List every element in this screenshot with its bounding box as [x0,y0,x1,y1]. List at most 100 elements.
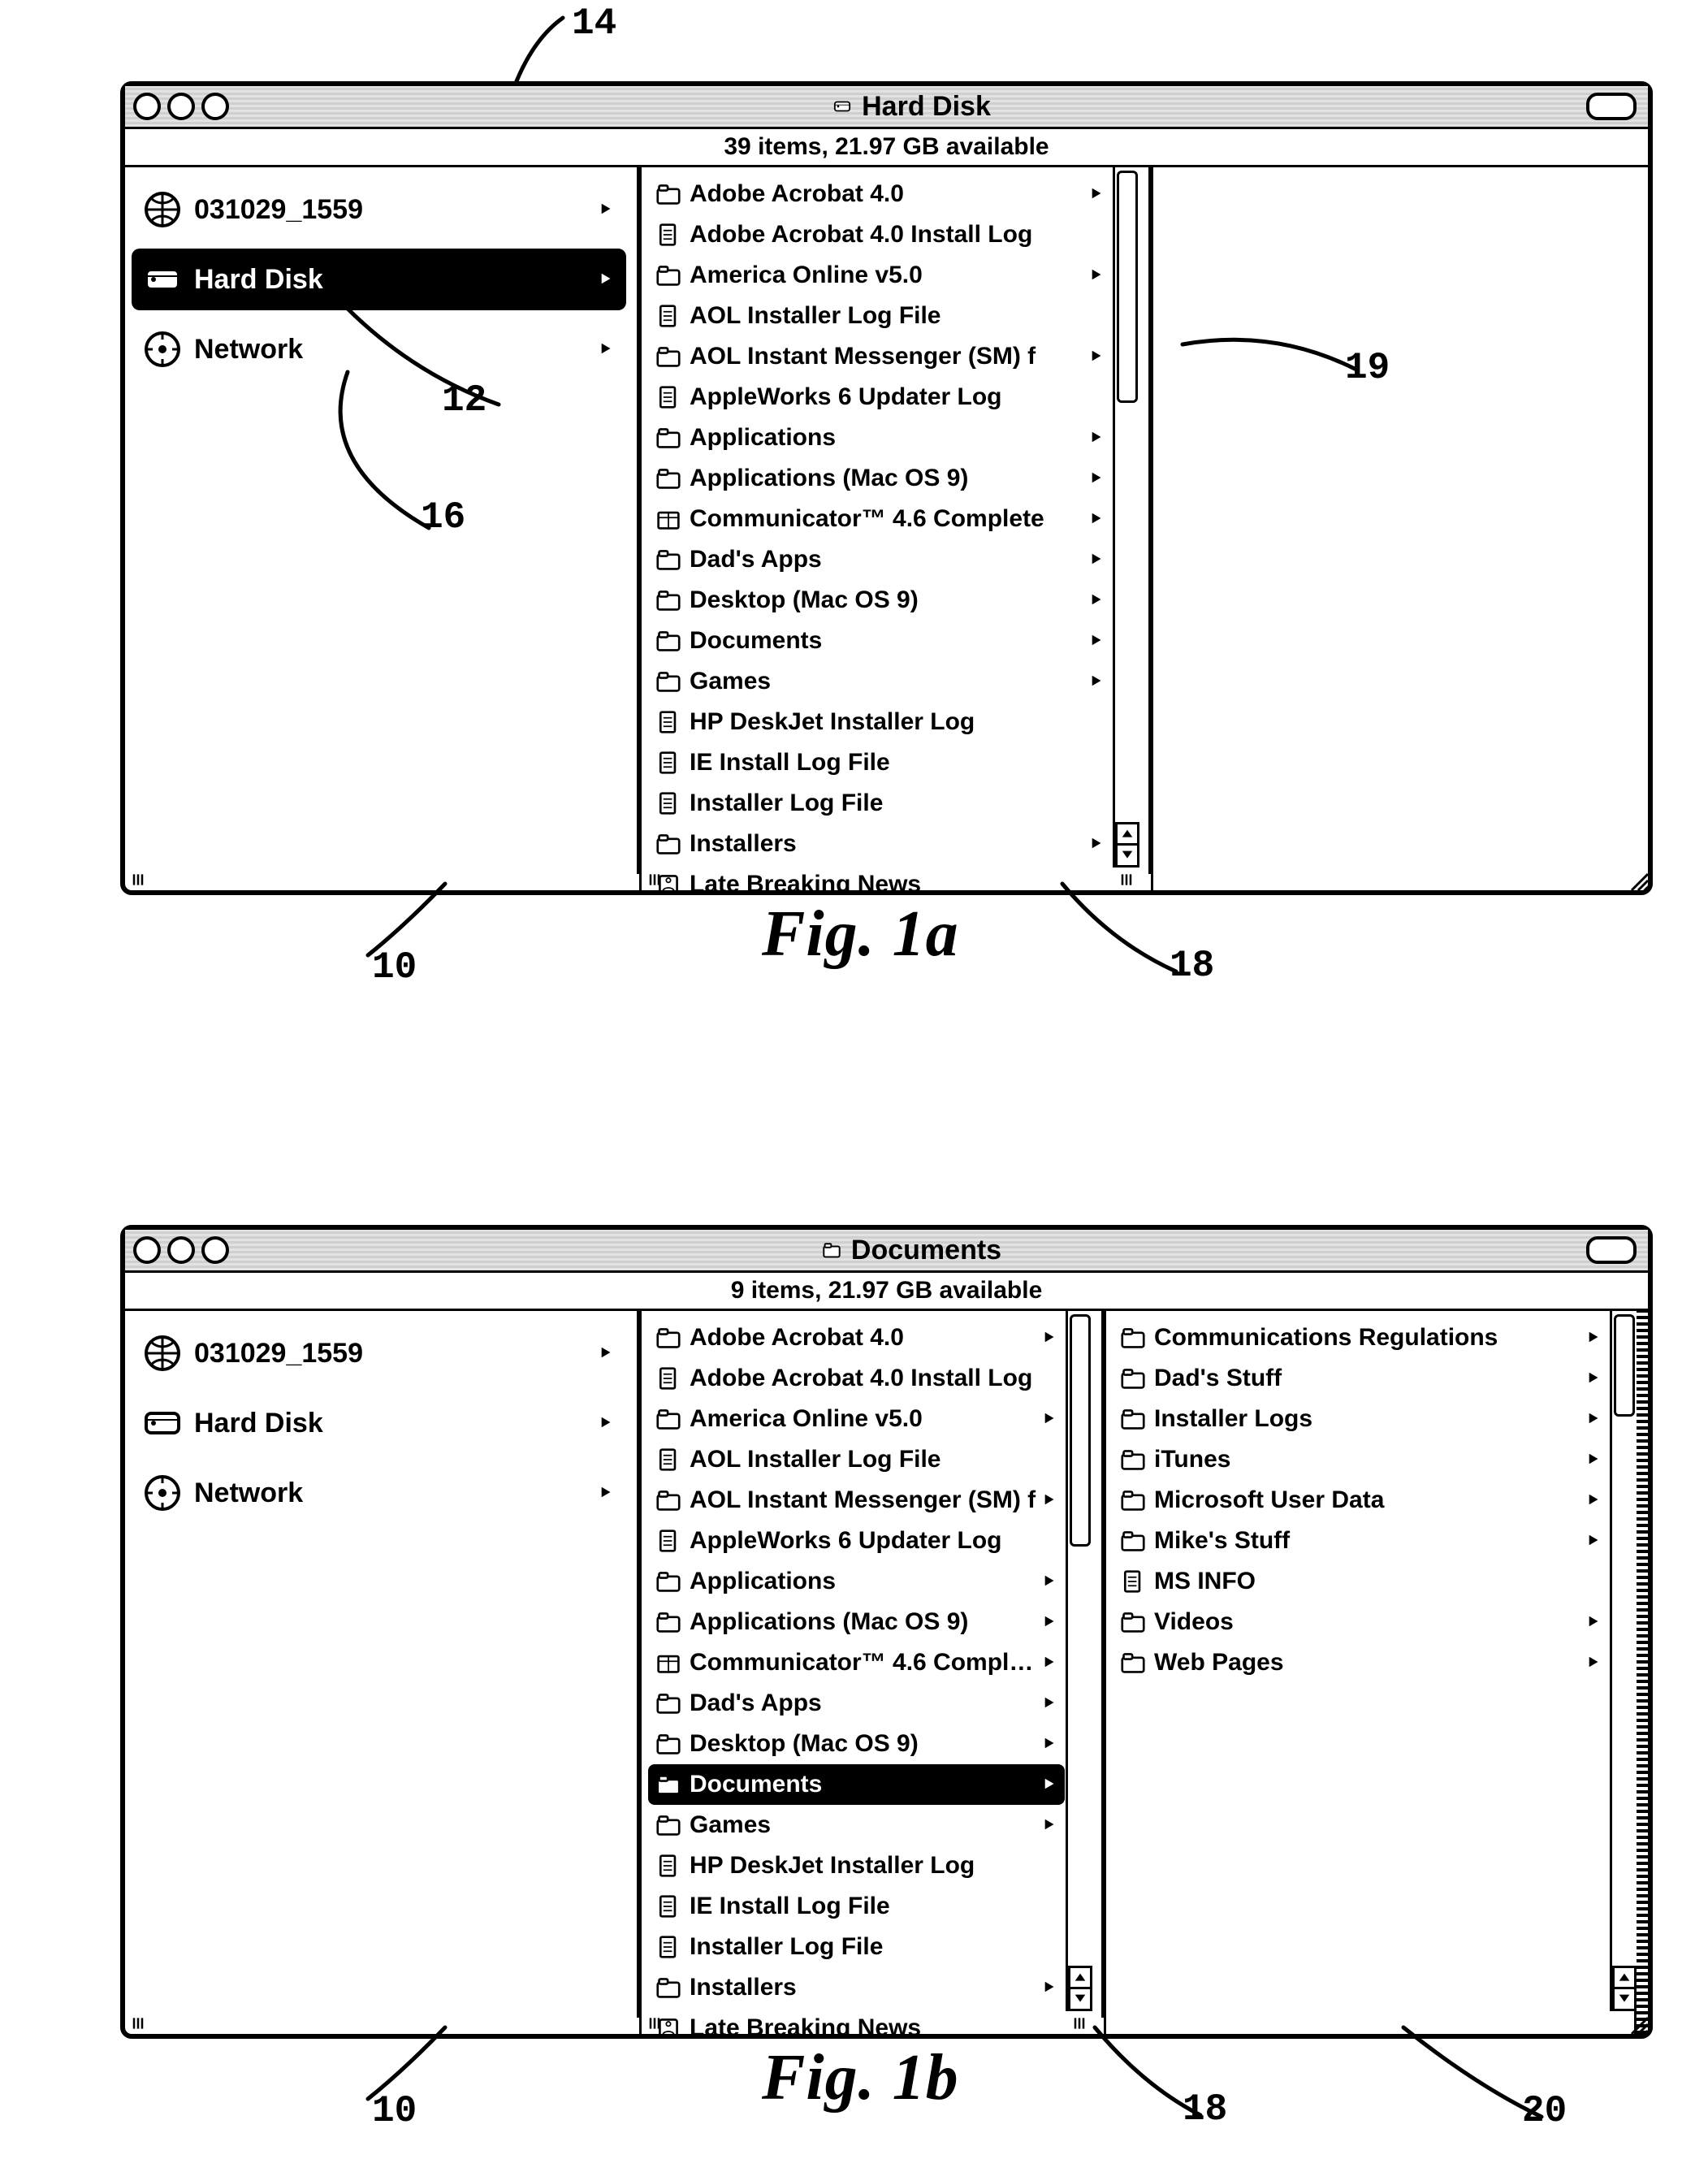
pkg-icon [654,504,683,534]
scroll-down-button[interactable] [1115,843,1139,868]
list-item[interactable]: HP DeskJet Installer Log [648,702,1112,742]
resize-grip[interactable] [1625,2011,1648,2034]
list-item[interactable]: AOL Installer Log File [648,296,1112,336]
toolbar-toggle-button[interactable] [1586,93,1637,120]
list-item[interactable]: Installers [648,1967,1065,2008]
list-item[interactable]: Installers [648,824,1112,864]
list-item[interactable]: Videos [1113,1602,1609,1642]
minimize-button[interactable] [167,93,195,120]
list-item[interactable]: Applications (Mac OS 9) [648,1602,1065,1642]
list-item[interactable]: Mike's Stuff [1113,1521,1609,1561]
source-row[interactable]: Hard Disk [132,1392,626,1454]
scrollbar[interactable] [1113,167,1139,868]
item-label: Games [690,669,1085,694]
sources-column: 031029_1559 Hard Disk Network [125,1311,642,2034]
list-item[interactable]: Communications Regulations [1113,1317,1609,1358]
source-row[interactable]: 031029_1559 [132,179,626,240]
folder-icon [654,829,683,859]
list-item[interactable]: Games [648,1805,1065,1845]
minimize-button[interactable] [167,1236,195,1264]
list-item[interactable]: Desktop (Mac OS 9) [648,580,1112,621]
callout-14: 14 [572,5,616,42]
item-label: Late Breaking News [690,872,1106,890]
list-item[interactable]: Dad's Stuff [1113,1358,1609,1399]
list-item[interactable]: MS INFO [1113,1561,1609,1602]
list-item[interactable]: AOL Instant Messenger (SM) f [648,336,1112,377]
doc-icon [654,1364,683,1393]
window-title: Hard Disk [236,93,1586,120]
list-item[interactable]: Adobe Acrobat 4.0 Install Log [648,1358,1065,1399]
scrollbar-thumb[interactable] [1614,1314,1635,1417]
list-item[interactable]: America Online v5.0 [648,1399,1065,1439]
folder-icon [654,1973,683,2002]
hd-icon [139,1400,186,1447]
list-item[interactable]: Adobe Acrobat 4.0 [648,1317,1065,1358]
list-item[interactable]: Applications [648,418,1112,458]
list-item[interactable]: Dad's Apps [648,1683,1065,1724]
list-item[interactable]: Documents [648,621,1112,661]
list-item[interactable]: IE Install Log File [648,742,1112,783]
list-item[interactable]: Applications (Mac OS 9) [648,458,1112,499]
disclosure-arrow-icon [1043,1411,1059,1427]
list-item[interactable]: AOL Installer Log File [648,1439,1065,1480]
scrollbar[interactable] [1066,1311,1092,2011]
list-item[interactable]: iTunes [1113,1439,1609,1480]
column-grab-icon[interactable] [125,869,151,890]
list-item[interactable]: Web Pages [1113,1642,1609,1683]
column-grab-icon[interactable] [642,869,668,890]
preview-column [1153,167,1648,890]
zoom-button[interactable] [201,93,229,120]
list-item[interactable]: IE Install Log File [648,1886,1065,1927]
list-item[interactable]: Dad's Apps [648,539,1112,580]
doc-icon [654,1526,683,1555]
list-item[interactable]: HP DeskJet Installer Log [648,1845,1065,1886]
scrollbar-thumb[interactable] [1117,171,1138,403]
globe-icon [139,186,186,233]
folder-icon [820,1241,843,1259]
list-item[interactable]: America Online v5.0 [648,255,1112,296]
finder-window-b: Documents 9 items, 21.97 GB available 03… [120,1225,1653,2039]
list-item[interactable]: Applications [648,1561,1065,1602]
status-bar: 39 items, 21.97 GB available [125,129,1648,167]
toolbar-toggle-button[interactable] [1586,1236,1637,1264]
list-item[interactable]: Adobe Acrobat 4.0 Install Log [648,214,1112,255]
list-item[interactable]: Communicator™ 4.6 Complete [648,499,1112,539]
item-label: Dad's Stuff [1154,1366,1582,1391]
item-label: Installers [690,832,1085,856]
close-button[interactable] [133,93,161,120]
list-item[interactable]: Microsoft User Data [1113,1480,1609,1521]
column-grab-icon[interactable] [125,2013,151,2034]
list-item[interactable]: Adobe Acrobat 4.0 [648,174,1112,214]
source-row[interactable]: Network [132,1462,626,1524]
source-label: 031029_1559 [194,196,599,223]
callout-10: 10 [372,2092,417,2130]
resize-grip[interactable] [1625,868,1648,890]
folder-icon [1118,1404,1148,1434]
source-row[interactable]: 031029_1559 [132,1322,626,1384]
column-grab-icon[interactable] [642,2013,668,2034]
item-label: Adobe Acrobat 4.0 Install Log [690,1366,1059,1391]
scroll-down-button[interactable] [1612,1987,1637,2011]
list-item[interactable]: Late Breaking News [648,2008,1065,2034]
list-item[interactable]: AppleWorks 6 Updater Log [648,1521,1065,1561]
titlebar: Hard Disk [125,86,1648,129]
disclosure-arrow-icon [1587,1533,1603,1549]
list-item[interactable]: Installer Logs [1113,1399,1609,1439]
list-item[interactable]: Games [648,661,1112,702]
list-item[interactable]: Communicator™ 4.6 Complete [648,1642,1065,1683]
list-item[interactable]: Documents [648,1764,1065,1805]
scrollbar-thumb[interactable] [1070,1314,1091,1547]
zoom-button[interactable] [201,1236,229,1264]
list-item[interactable]: Late Breaking News [648,864,1112,890]
scrollbar[interactable] [1610,1311,1637,2011]
scroll-down-button[interactable] [1068,1987,1092,2011]
item-label: AOL Installer Log File [690,304,1106,328]
list-item[interactable]: Desktop (Mac OS 9) [648,1724,1065,1764]
list-item[interactable]: AppleWorks 6 Updater Log [648,377,1112,418]
close-button[interactable] [133,1236,161,1264]
disclosure-arrow-icon [1587,1492,1603,1508]
list-item[interactable]: Installer Log File [648,783,1112,824]
disclosure-arrow-icon [1587,1655,1603,1671]
list-item[interactable]: AOL Instant Messenger (SM) f [648,1480,1065,1521]
list-item[interactable]: Installer Log File [648,1927,1065,1967]
